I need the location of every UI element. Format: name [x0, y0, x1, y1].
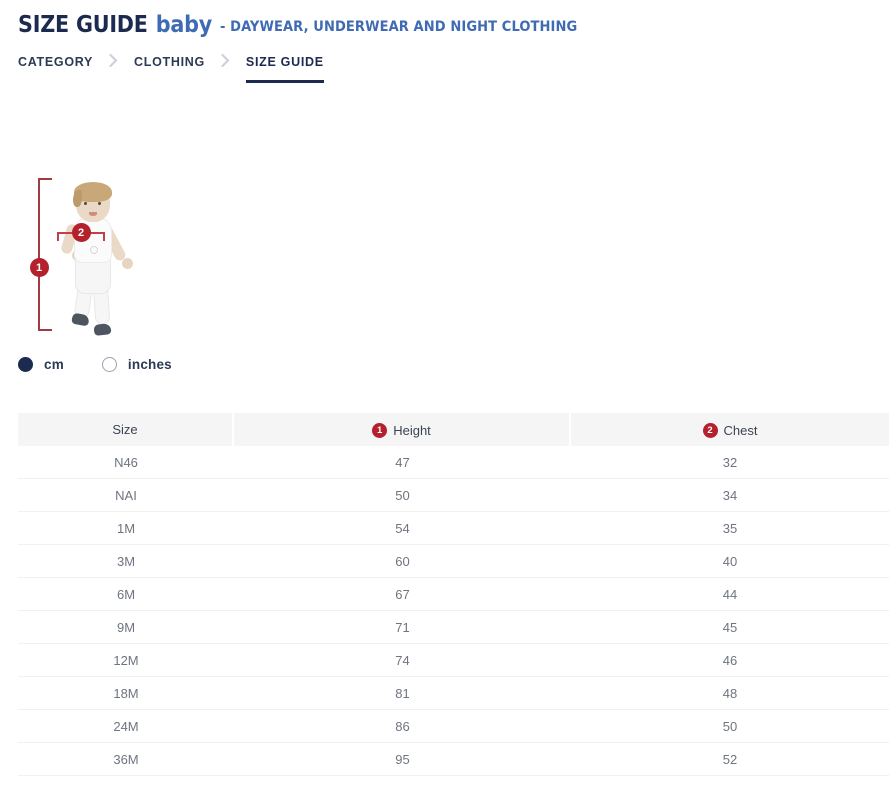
cell-size: 12M	[18, 644, 234, 677]
cell-size: N46	[18, 446, 234, 479]
page-title-accent: baby	[156, 12, 212, 38]
badge-2-icon: 2	[703, 423, 718, 438]
chest-guide-tick-left	[57, 232, 59, 241]
radio-inches-icon[interactable]	[102, 357, 117, 372]
column-header-height-label: Height	[393, 423, 431, 438]
unit-option-cm[interactable]: cm	[18, 357, 64, 372]
breadcrumb-item-size-guide[interactable]: SIZE GUIDE	[246, 52, 324, 83]
breadcrumb: CATEGORY CLOTHING SIZE GUIDE	[18, 52, 871, 84]
cell-height: 81	[234, 677, 571, 710]
unit-option-inches[interactable]: inches	[102, 357, 172, 372]
cell-chest: 45	[571, 611, 889, 644]
table-row: 36M 95 52	[18, 743, 889, 776]
baby-eye-right	[98, 202, 101, 205]
cell-size: NAI	[18, 479, 234, 512]
table-row: 9M 71 45	[18, 611, 889, 644]
cell-chest: 34	[571, 479, 889, 512]
size-table-container: Size 1 Height 2 Chest	[18, 413, 889, 776]
table-row: NAI 50 34	[18, 479, 889, 512]
column-header-chest: 2 Chest	[571, 413, 889, 446]
cell-height: 60	[234, 545, 571, 578]
cell-size: 36M	[18, 743, 234, 776]
cell-height: 67	[234, 578, 571, 611]
table-row: N46 47 32	[18, 446, 889, 479]
table-body: N46 47 32 NAI 50 34 1M 54 35 3M 60 4	[18, 446, 889, 776]
figure-box: 1 2	[28, 178, 148, 343]
breadcrumb-item-category[interactable]: CATEGORY	[18, 52, 93, 80]
baby-eye-left	[84, 202, 87, 205]
cell-chest: 32	[571, 446, 889, 479]
measurement-figure: 1 2	[0, 98, 889, 358]
unit-option-cm-label: cm	[44, 357, 64, 372]
column-header-size: Size	[18, 413, 234, 446]
marker-badge-height: 1	[30, 258, 49, 277]
cell-size: 24M	[18, 710, 234, 743]
column-header-height: 1 Height	[234, 413, 571, 446]
page-title-main: SIZE GUIDE	[18, 12, 148, 38]
height-guide-tick-top	[38, 178, 52, 180]
table-row: 12M 74 46	[18, 644, 889, 677]
column-header-chest-label: Chest	[724, 423, 758, 438]
breadcrumb-item-clothing[interactable]: CLOTHING	[134, 52, 205, 80]
cell-chest: 50	[571, 710, 889, 743]
chevron-right-icon	[109, 52, 118, 67]
table-row: 24M 86 50	[18, 710, 889, 743]
cell-chest: 48	[571, 677, 889, 710]
unit-selector: cm inches	[18, 357, 172, 372]
cell-size: 6M	[18, 578, 234, 611]
cell-height: 71	[234, 611, 571, 644]
page-title: SIZE GUIDE baby - DAYWEAR, UNDERWEAR AND…	[18, 12, 889, 38]
height-guide-tick-bottom	[38, 329, 52, 331]
baby-hair-side	[73, 190, 82, 207]
cell-height: 95	[234, 743, 571, 776]
cell-chest: 40	[571, 545, 889, 578]
chevron-right-icon	[221, 52, 230, 67]
table-row: 6M 67 44	[18, 578, 889, 611]
cell-size: 9M	[18, 611, 234, 644]
cell-height: 47	[234, 446, 571, 479]
cell-size: 1M	[18, 512, 234, 545]
page-header: SIZE GUIDE baby - DAYWEAR, UNDERWEAR AND…	[0, 0, 889, 38]
baby-mouth	[89, 212, 97, 216]
breadcrumb-divider	[18, 83, 871, 84]
table-row: 3M 60 40	[18, 545, 889, 578]
table-header-row: Size 1 Height 2 Chest	[18, 413, 889, 446]
size-guide-table: Size 1 Height 2 Chest	[18, 413, 889, 776]
radio-cm-icon[interactable]	[18, 357, 33, 372]
unit-option-inches-label: inches	[128, 357, 172, 372]
page-title-subtitle: - DAYWEAR, UNDERWEAR AND NIGHT CLOTHING	[220, 19, 577, 35]
cell-chest: 35	[571, 512, 889, 545]
cell-size: 3M	[18, 545, 234, 578]
column-header-size-label: Size	[112, 422, 137, 437]
table-header: Size 1 Height 2 Chest	[18, 413, 889, 446]
cell-height: 86	[234, 710, 571, 743]
cell-chest: 52	[571, 743, 889, 776]
badge-1-icon: 1	[372, 423, 387, 438]
table-row: 1M 54 35	[18, 512, 889, 545]
baby-hand-right	[122, 258, 133, 269]
cell-chest: 44	[571, 578, 889, 611]
cell-size: 18M	[18, 677, 234, 710]
baby-shoe-right	[93, 323, 111, 336]
cell-chest: 46	[571, 644, 889, 677]
baby-illustration	[50, 184, 136, 339]
table-row: 18M 81 48	[18, 677, 889, 710]
chest-guide-tick-right	[103, 232, 105, 241]
height-guide-line	[38, 178, 40, 331]
cell-height: 54	[234, 512, 571, 545]
baby-button-detail	[90, 246, 98, 254]
size-guide-page: SIZE GUIDE baby - DAYWEAR, UNDERWEAR AND…	[0, 0, 889, 791]
cell-height: 50	[234, 479, 571, 512]
marker-badge-chest: 2	[72, 223, 91, 242]
cell-height: 74	[234, 644, 571, 677]
